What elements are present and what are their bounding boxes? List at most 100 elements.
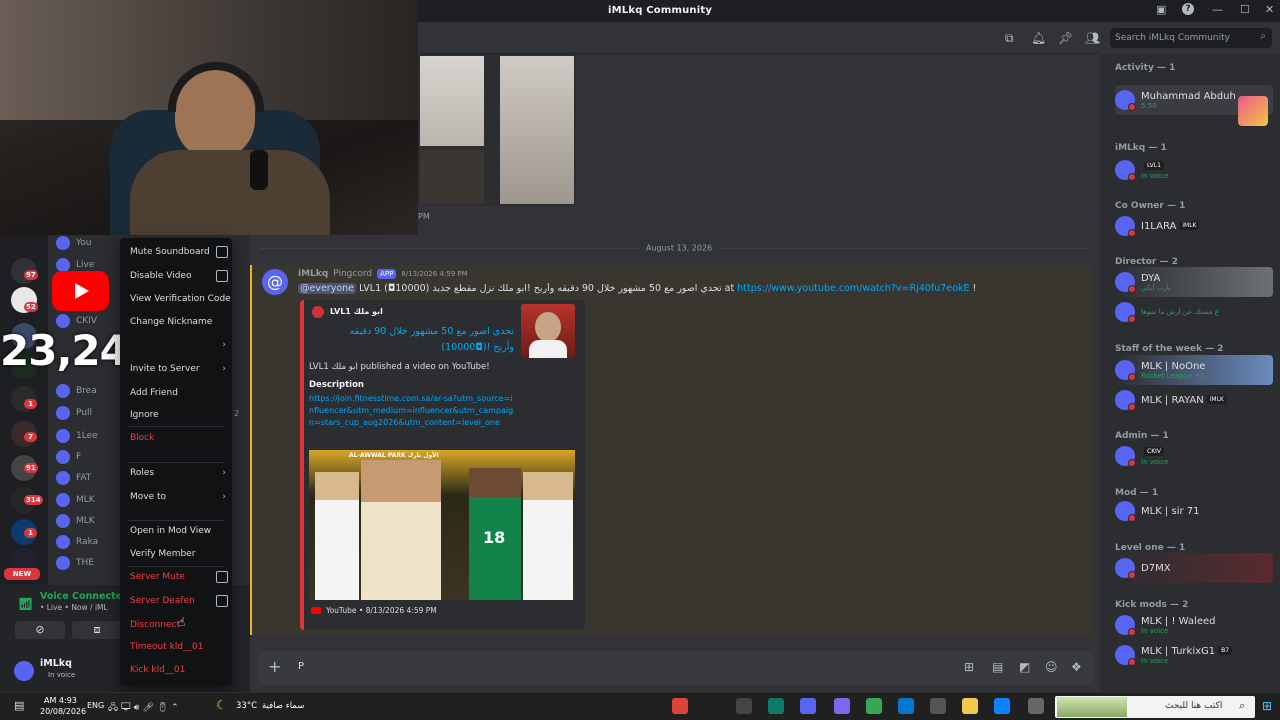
embed-video-thumbnail[interactable]: AL-AWWAL PARK الأول بارك 18: [309, 450, 575, 600]
context-menu-item[interactable]: Open in Mod View: [130, 522, 228, 540]
taskbar-app-icon[interactable]: [930, 698, 946, 714]
message-input[interactable]: + P ⊞ ▤ ◩ ☺ ❖: [258, 651, 1094, 685]
channel-item[interactable]: MLK: [56, 490, 95, 510]
embed-title[interactable]: تحدي اصور مع 50 مشهور خلال 90 دقيقه وأرب…: [338, 324, 514, 356]
channel-item[interactable]: F: [56, 447, 81, 467]
minimize-button[interactable]: —: [1212, 3, 1223, 16]
everyone-mention[interactable]: @everyone: [298, 283, 357, 294]
member-row[interactable]: MLK | ! Waleed In voice: [1115, 610, 1273, 640]
context-menu-item[interactable]: View Verification Code: [130, 290, 231, 308]
context-menu-item[interactable]: Kick kld__01: [130, 661, 228, 679]
context-menu-item[interactable]: Timeout kld__01: [130, 638, 228, 656]
member-row[interactable]: D7MX: [1115, 553, 1273, 583]
channel-item[interactable]: Brea: [56, 381, 97, 401]
camera-off-button[interactable]: ⊘: [15, 621, 65, 639]
voice-connected-label[interactable]: Voice Connected: [40, 591, 129, 602]
channel-item[interactable]: FAT: [56, 468, 91, 488]
context-menu-item[interactable]: Invite to Server ›: [130, 360, 228, 378]
channel-item[interactable]: You: [56, 233, 92, 253]
help-icon[interactable]: ?: [1182, 3, 1194, 15]
member-row[interactable]: DYA يارب أبكي: [1115, 267, 1273, 297]
apps-icon[interactable]: ❖: [1071, 660, 1082, 674]
gif-icon[interactable]: ▤: [992, 660, 1003, 674]
taskbar-app-icon[interactable]: [800, 698, 816, 714]
previous-message-image[interactable]: [418, 54, 576, 206]
taskbar-app-icon[interactable]: [768, 698, 784, 714]
member-row[interactable]: MLK | sir 71: [1115, 496, 1273, 526]
channel-item[interactable]: THE: [56, 553, 94, 573]
context-menu-item[interactable]: Add Friend: [130, 384, 228, 402]
taskbar-search[interactable]: اكتب هنا للبحث ⌕: [1055, 696, 1255, 718]
user-avatar[interactable]: [14, 661, 34, 681]
inbox-icon[interactable]: ▣: [1156, 3, 1166, 16]
member-row[interactable]: I1LARA iMLK: [1115, 211, 1273, 241]
member-name-text: I1LARA: [1141, 220, 1177, 232]
embed-author[interactable]: LVL1 ابو ملك: [330, 307, 383, 316]
member-row[interactable]: CKIV In voice: [1115, 441, 1273, 471]
context-menu-item[interactable]: Mute Soundboard: [130, 243, 228, 261]
taskbar-date[interactable]: 20/08/2026: [40, 707, 86, 716]
bot-avatar[interactable]: @: [262, 269, 288, 295]
weather-text[interactable]: سماء صافية: [262, 701, 304, 711]
member-row[interactable]: MLK | TurkixG1 B7 In voice: [1115, 640, 1273, 670]
member-avatar: [56, 450, 70, 464]
add-attachment-button[interactable]: +: [268, 657, 281, 676]
member-row[interactable]: MLK | NoOne Rocket League +1: [1115, 355, 1273, 385]
pin-icon[interactable]: 📌︎: [1058, 31, 1073, 45]
voice-channel-label[interactable]: • Live • Now / iML: [40, 603, 108, 612]
threads-icon[interactable]: ⧉: [1005, 31, 1014, 46]
taskbar-app-icon[interactable]: [1028, 698, 1044, 714]
context-menu-item[interactable]: Change Nickname: [130, 313, 228, 331]
youtube-link[interactable]: https://www.youtube.com/watch?v=Rj40fu7e…: [737, 283, 969, 294]
channel-item[interactable]: Raka: [56, 532, 98, 552]
checkbox-icon[interactable]: [216, 595, 228, 607]
member-row[interactable]: ع مستك عن أرض ما تموها: [1115, 297, 1273, 327]
context-menu-item[interactable]: ›: [130, 336, 228, 354]
taskbar-time[interactable]: AM 4:93: [44, 696, 77, 705]
channel-item[interactable]: Pull: [56, 403, 92, 423]
embed-desc-link[interactable]: https://join.fitnesstime.com.sa/ar-sa?ut…: [309, 393, 514, 429]
weather-temp[interactable]: 33°C: [236, 701, 257, 711]
taskbar-app-icon[interactable]: [834, 698, 850, 714]
checkbox-icon[interactable]: [216, 571, 228, 583]
context-menu-item[interactable]: Disable Video: [130, 267, 228, 285]
maximize-button[interactable]: ☐: [1240, 3, 1250, 16]
context-menu-item[interactable]: Roles ›: [130, 464, 228, 482]
context-menu-item[interactable]: Ignore: [130, 406, 228, 424]
channel-item[interactable]: MLK: [56, 511, 95, 531]
member-row[interactable]: LVL1 In voice: [1115, 155, 1273, 185]
emoji-icon[interactable]: ☺: [1045, 660, 1058, 674]
bell-icon[interactable]: 🔔︎: [1031, 31, 1046, 45]
member-avatar: [56, 406, 70, 420]
checkbox-icon[interactable]: [216, 246, 228, 258]
windows-start-icon[interactable]: ⊞: [1262, 699, 1272, 713]
taskbar-app-icon[interactable]: [962, 698, 978, 714]
member-name: MLK | sir 71: [1141, 506, 1200, 517]
taskbar-app-icon[interactable]: [898, 698, 914, 714]
channel-item[interactable]: 1Lee: [56, 426, 98, 446]
tray-icons[interactable]: 🖧︎🖵︎🔊︎🎤︎🔋︎⌃: [108, 700, 182, 716]
context-menu-label: Add Friend: [130, 388, 178, 398]
sticker-icon[interactable]: ◩: [1019, 660, 1030, 674]
language-indicator[interactable]: ENG: [87, 701, 104, 710]
gift-icon[interactable]: ⊞: [964, 660, 974, 674]
members-list-icon[interactable]: 👥︎: [1085, 31, 1100, 45]
context-menu-item[interactable]: Server Deafen: [130, 592, 228, 610]
context-menu-item[interactable]: Verify Member: [130, 545, 228, 563]
context-menu-item[interactable]: Server Mute: [130, 568, 228, 586]
message-excl: !: [972, 283, 977, 294]
taskbar-app-icon[interactable]: [866, 698, 882, 714]
taskbar-app-icon[interactable]: [994, 698, 1010, 714]
taskbar-app-icon[interactable]: [736, 698, 752, 714]
close-button[interactable]: ✕: [1265, 3, 1274, 16]
screen-share-button[interactable]: ⧈: [72, 621, 122, 639]
context-menu-item[interactable]: Move to ›: [130, 488, 228, 506]
checkbox-icon[interactable]: [216, 270, 228, 282]
taskbar-app-icon[interactable]: [704, 698, 720, 714]
taskbar-app-icon[interactable]: [672, 698, 688, 714]
context-menu-item[interactable]: Block: [130, 429, 228, 447]
member-row[interactable]: MLK | RAYAN iMLK: [1115, 385, 1273, 415]
notification-icon[interactable]: ▤: [14, 699, 24, 712]
author-name[interactable]: iMLkq: [298, 269, 328, 279]
search-input[interactable]: Search iMLkq Community ⌕: [1110, 28, 1272, 48]
